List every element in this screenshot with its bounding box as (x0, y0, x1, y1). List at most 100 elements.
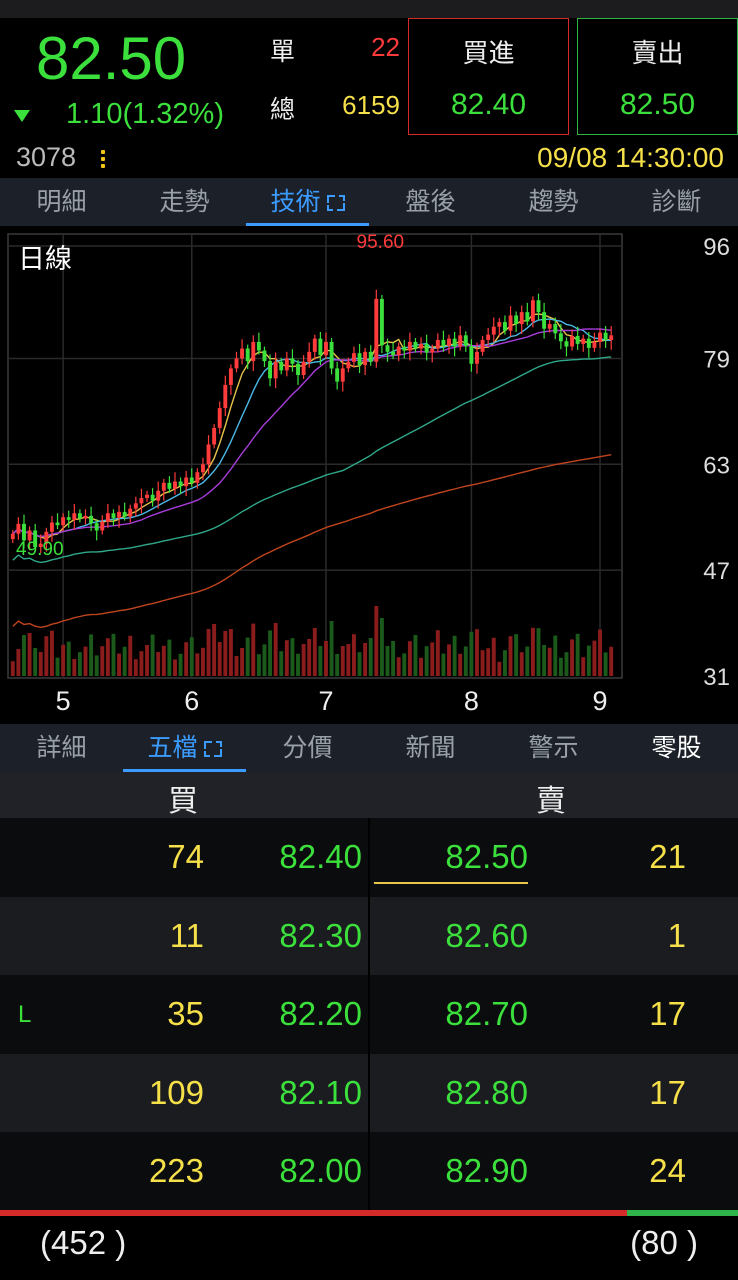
bid-price[interactable]: 82.20 (279, 995, 362, 1033)
tab-detail[interactable]: 明細 (0, 178, 123, 226)
high-marker: 95.60 (357, 232, 405, 253)
chart-svg: 96 79 63 47 31 5 6 7 8 9 日線 95.60 49.90 (7, 232, 730, 716)
candle-body (609, 335, 614, 340)
ask-qty: 24 (649, 1152, 686, 1189)
tab-five-levels[interactable]: 五檔 (123, 724, 246, 772)
tab-label: 趨勢 (528, 187, 579, 216)
quote-subrow: 3078 09/08 14:30:00 (0, 140, 738, 178)
tab-trends[interactable]: 趨勢 (492, 178, 615, 226)
tab-label: 明細 (36, 187, 87, 216)
expand-icon[interactable] (326, 195, 345, 211)
volume-bar (419, 657, 424, 676)
orderbook-divider (368, 818, 370, 1210)
tab-after-hours[interactable]: 盤後 (369, 178, 492, 226)
volume-bar (38, 652, 43, 676)
candle-body (279, 361, 284, 371)
info-tabs: 詳細 五檔 分價 新聞 警示 零股 (0, 724, 738, 772)
volume-bar (273, 623, 278, 676)
candle-body (435, 339, 440, 349)
ask-price[interactable]: 82.60 (445, 917, 528, 955)
volume-bar (251, 623, 256, 676)
candle-body (10, 533, 15, 540)
candle-body (407, 341, 412, 351)
chart-labels: 96 79 63 47 31 5 6 7 8 9 日線 95.60 49.90 (16, 232, 730, 716)
volume-bar (89, 634, 94, 676)
candle-body (156, 490, 161, 501)
sell-button[interactable]: 賣出 82.50 (577, 18, 738, 135)
ask-price[interactable]: 82.80 (445, 1074, 528, 1112)
tab-trend[interactable]: 走勢 (123, 178, 246, 226)
tab-label: 零股 (651, 733, 702, 762)
candlestick-chart[interactable]: 96 79 63 47 31 5 6 7 8 9 日線 95.60 49.90 (0, 226, 738, 724)
ask-price[interactable]: 82.90 (445, 1152, 528, 1190)
ask-price[interactable]: 82.70 (445, 995, 528, 1033)
volume-bar (100, 646, 105, 676)
candle-body (447, 338, 451, 346)
volume-bar (502, 650, 507, 676)
volume-bar (396, 657, 401, 676)
volume-bar (284, 640, 289, 676)
volume-bar (413, 635, 418, 676)
candle-body (290, 358, 295, 364)
volume-bar (324, 641, 328, 676)
volume-bar (564, 652, 569, 676)
ask-price[interactable]: 82.50 (445, 838, 528, 876)
candle-body (61, 517, 66, 526)
candle-body (519, 312, 524, 325)
candle-body (424, 343, 429, 353)
bid-price[interactable]: 82.30 (279, 917, 362, 955)
tab-diagnosis[interactable]: 診斷 (615, 178, 738, 226)
tab-odd-lot[interactable]: 零股 (615, 724, 738, 772)
volume-bar (139, 651, 144, 676)
volume-bar (212, 624, 217, 676)
volume-bar (200, 647, 205, 676)
candle-body (575, 335, 580, 344)
volume-bar (486, 648, 491, 676)
tab-label: 詳細 (36, 733, 87, 762)
candle-body (374, 298, 379, 362)
candle-body (105, 513, 110, 522)
bid-price[interactable]: 82.40 (279, 838, 362, 876)
bid-price[interactable]: 82.10 (279, 1074, 362, 1112)
volume-bar (301, 644, 306, 676)
tab-label: 警示 (528, 733, 579, 762)
tab-price-volume[interactable]: 分價 (246, 724, 369, 772)
candle-body (251, 341, 256, 362)
tab-alerts[interactable]: 警示 (492, 724, 615, 772)
volume-bar (279, 651, 284, 676)
candle-body (570, 335, 575, 347)
orderbook-totals: (452 ) (80 ) (0, 1216, 738, 1280)
volume-bar (307, 639, 312, 676)
volume-bar (374, 606, 379, 676)
expand-icon[interactable] (203, 741, 222, 757)
tab-news[interactable]: 新聞 (369, 724, 492, 772)
single-volume-value: 22 (371, 32, 400, 62)
tab-technical[interactable]: 技術 (246, 178, 369, 226)
volume-bar (94, 655, 99, 676)
candle-body (396, 346, 401, 356)
volume-bar (497, 661, 502, 676)
volume-bar (586, 645, 591, 676)
tab-details[interactable]: 詳細 (0, 724, 123, 772)
volume-bar (133, 659, 138, 676)
last-price: 82.50 (36, 25, 187, 92)
volume-bar (603, 652, 608, 676)
volume-bar (435, 630, 440, 676)
x-tick-label: 8 (464, 686, 479, 716)
volume-bar (480, 650, 485, 676)
candle-body (173, 481, 177, 489)
candle-body (262, 350, 267, 362)
buy-button[interactable]: 買進 82.40 (408, 18, 569, 135)
candle-body (480, 339, 485, 352)
volume-bar (598, 629, 602, 676)
candle-body (256, 341, 261, 351)
candle-body (206, 444, 211, 465)
candle-body (178, 481, 183, 487)
volume-bar (128, 635, 133, 676)
x-tick-label: 7 (318, 686, 333, 716)
candle-body (89, 515, 94, 524)
bid-price[interactable]: 82.00 (279, 1152, 362, 1190)
chart-grid (8, 234, 622, 678)
switch-icon[interactable] (100, 150, 106, 170)
volume-bar (530, 627, 535, 676)
